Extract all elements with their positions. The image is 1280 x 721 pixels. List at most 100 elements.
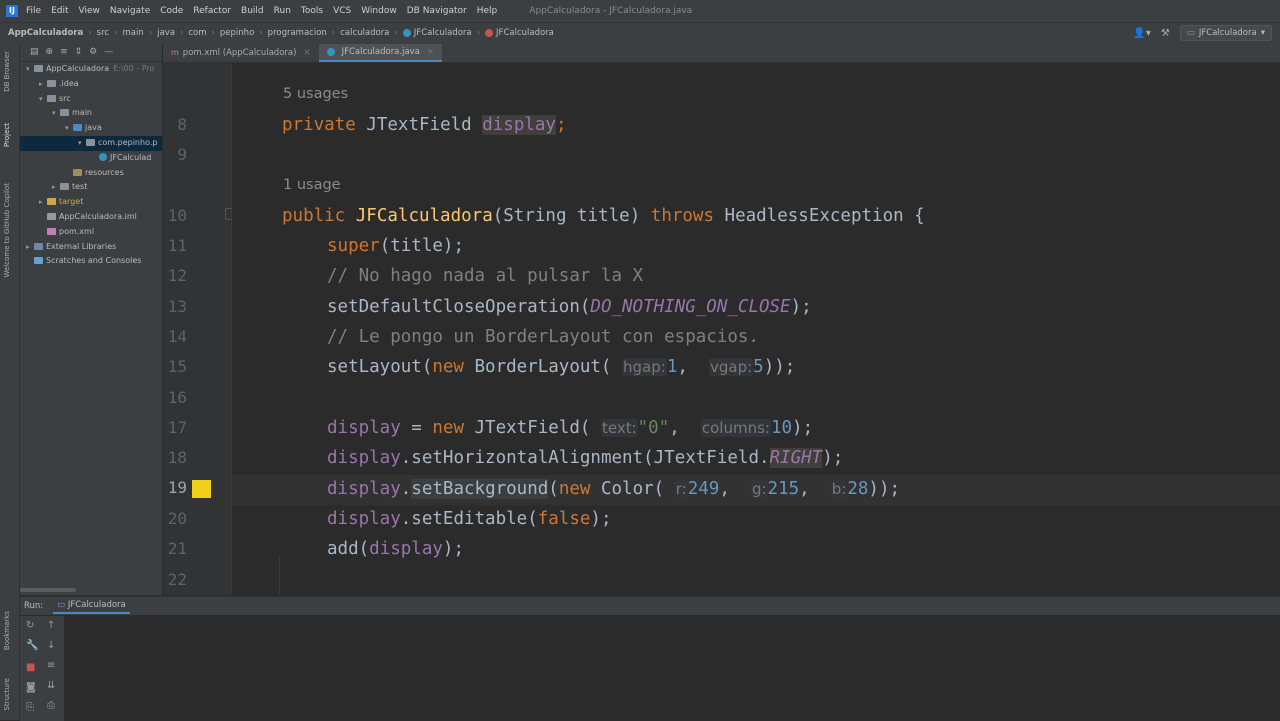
chevron-down-icon[interactable]: ▾	[26, 62, 34, 77]
arrow-down-icon[interactable]: ↓	[47, 640, 55, 651]
breadcrumb-main[interactable]: main	[122, 28, 143, 38]
keyword: new	[432, 418, 464, 438]
code-line-8: private JTextField display;	[282, 110, 567, 140]
line-number: 13	[167, 297, 187, 316]
tree-item[interactable]: resources	[20, 166, 162, 181]
menu-edit[interactable]: Edit	[51, 6, 68, 16]
tree-item[interactable]: ▸ target	[20, 195, 162, 210]
rerun-icon[interactable]: ↻	[26, 620, 34, 631]
menu-build[interactable]: Build	[241, 6, 264, 16]
color-preview-icon[interactable]	[192, 480, 211, 498]
tree-item[interactable]: ▾ AppCalculadora E:\00 - Pro	[20, 62, 162, 77]
menu-tools[interactable]: Tools	[301, 6, 323, 16]
tool-window-bookmarks[interactable]: Bookmarks	[3, 611, 11, 650]
tool-window-db-browser[interactable]: DB Browser	[3, 51, 11, 92]
param-hint: vgap:	[709, 358, 754, 376]
collapse-all-icon[interactable]: ⇕	[75, 47, 83, 57]
tool-window-project[interactable]: Project	[3, 123, 11, 147]
scroll-to-end-icon[interactable]: ⇊	[47, 680, 55, 691]
string: "0"	[637, 418, 670, 438]
exit-icon[interactable]: ⎘	[26, 702, 34, 713]
chevron-right-icon[interactable]: ▸	[39, 77, 47, 92]
tab-pom-xml[interactable]: m pom.xml (AppCalculadora) ×	[163, 44, 319, 62]
tree-item[interactable]: ▸ test	[20, 180, 162, 195]
field: display	[369, 539, 443, 559]
breadcrumb-com[interactable]: com	[188, 28, 206, 38]
stop-icon[interactable]: ■	[26, 662, 35, 673]
tree-item-label: Scratches and Consoles	[46, 256, 142, 266]
user-icon[interactable]: 👤▾	[1133, 28, 1150, 39]
menu-window[interactable]: Window	[361, 6, 397, 16]
chevron-down-icon[interactable]: ▾	[52, 106, 60, 121]
chevron-down-icon[interactable]: ▾	[78, 136, 86, 151]
hide-icon[interactable]: —	[104, 47, 113, 57]
usages-hint[interactable]: 5 usages	[283, 86, 348, 102]
method-call: setBackground	[411, 479, 549, 499]
project-view-icon[interactable]: ▤	[30, 47, 39, 57]
breadcrumb-project[interactable]: AppCalculadora	[8, 28, 83, 38]
run-configuration-select[interactable]: ▭ JFCalculadora ▾	[1179, 25, 1272, 41]
expand-all-icon[interactable]: ≡	[60, 47, 68, 57]
tree-item[interactable]: ▾ java	[20, 121, 162, 136]
menu-vcs[interactable]: VCS	[333, 6, 351, 16]
arrow-up-icon[interactable]: ↑	[47, 620, 55, 631]
project-scrollbar[interactable]	[20, 588, 76, 592]
close-icon[interactable]: ×	[427, 44, 434, 60]
keyword: false	[537, 509, 591, 529]
code-line-21: add(display);	[327, 534, 464, 564]
tree-item[interactable]: Scratches and Consoles	[20, 254, 162, 269]
menu-navigate[interactable]: Navigate	[110, 6, 150, 16]
breadcrumb-programacion[interactable]: programacion	[268, 28, 327, 38]
tool-window-structure[interactable]: Structure	[3, 678, 11, 711]
tree-item-label: pom.xml	[59, 226, 95, 236]
tree-item[interactable]: ▾ main	[20, 106, 162, 121]
menu-help[interactable]: Help	[477, 6, 498, 16]
breadcrumb: AppCalculadora › src › main › java › com…	[0, 22, 1280, 43]
breadcrumb-separator: ›	[148, 28, 153, 38]
breadcrumb-java[interactable]: java	[157, 28, 175, 38]
code-editor[interactable]: private JTextField display; public JFCal…	[232, 63, 1280, 595]
chevron-right-icon[interactable]: ▸	[39, 195, 47, 210]
intellij-logo-icon[interactable]: IJ	[6, 5, 18, 17]
close-icon[interactable]: ×	[303, 44, 310, 62]
maven-icon	[47, 227, 56, 235]
tree-item[interactable]: ▸ External Libraries	[20, 240, 162, 255]
camera-icon[interactable]: ◙	[26, 682, 36, 693]
tab-jfcalculadora[interactable]: JFCalculadora.java ×	[318, 44, 443, 62]
chevron-down-icon[interactable]: ▾	[65, 121, 73, 136]
line-number: 16	[167, 388, 187, 407]
chevron-right-icon[interactable]: ▸	[26, 240, 34, 255]
locate-icon[interactable]: ⊕	[46, 47, 54, 57]
wrench-icon[interactable]: 🔧	[26, 640, 38, 651]
tree-item[interactable]: ▾ com.pepinho.p	[20, 135, 162, 151]
tree-item[interactable]: ▸ .idea	[20, 77, 162, 92]
tree-item[interactable]: pom.xml	[20, 225, 162, 240]
chevron-down-icon[interactable]: ▾	[39, 92, 47, 107]
menu-db-navigator[interactable]: DB Navigator	[407, 6, 467, 16]
hammer-icon[interactable]: ⚒	[1161, 28, 1170, 39]
run-tab[interactable]: ▭ JFCalculadora	[53, 598, 130, 614]
breadcrumb-calculadora[interactable]: calculadora	[340, 28, 389, 38]
usages-hint[interactable]: 1 usage	[283, 177, 341, 193]
tree-item[interactable]: ▾ src	[20, 92, 162, 107]
gear-icon[interactable]: ⚙	[89, 47, 97, 57]
menu-code[interactable]: Code	[160, 6, 183, 16]
breadcrumb-src[interactable]: src	[97, 28, 109, 38]
menu-file[interactable]: File	[26, 6, 41, 16]
type: JTextField	[366, 115, 472, 135]
breadcrumb-pepinho[interactable]: pepinho	[220, 28, 254, 38]
punct: ,	[719, 479, 741, 499]
tree-item-label: main	[72, 108, 92, 118]
breadcrumb-class[interactable]: JFCalculadora	[414, 28, 472, 38]
chevron-right-icon[interactable]: ▸	[52, 180, 60, 195]
tool-window-copilot[interactable]: Welcome to GitHub Copilot	[3, 183, 11, 278]
menu-refactor[interactable]: Refactor	[193, 6, 231, 16]
soft-wrap-icon[interactable]: ≡	[47, 660, 55, 671]
tree-item[interactable]: AppCalculadora.iml	[20, 210, 162, 225]
signature: (String title)	[492, 206, 651, 226]
menu-run[interactable]: Run	[274, 6, 291, 16]
tree-item[interactable]: JFCalculad	[20, 151, 162, 166]
print-icon[interactable]: ⎙	[47, 700, 55, 711]
menu-view[interactable]: View	[79, 6, 100, 16]
breadcrumb-method[interactable]: JFCalculadora	[496, 28, 554, 38]
